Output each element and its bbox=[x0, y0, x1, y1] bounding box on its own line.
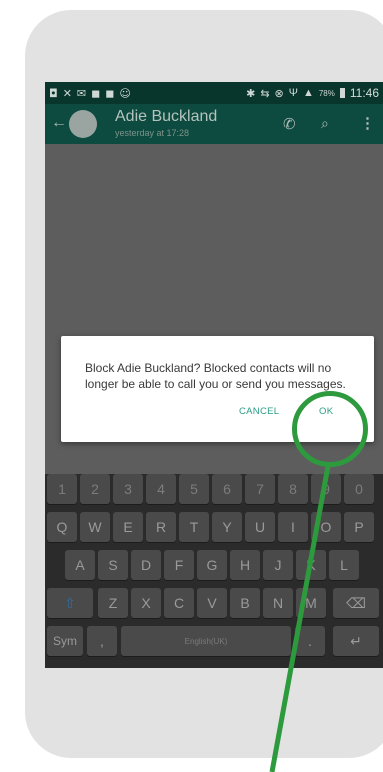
pointer-line bbox=[269, 465, 331, 772]
pointer-arrow bbox=[269, 465, 331, 772]
